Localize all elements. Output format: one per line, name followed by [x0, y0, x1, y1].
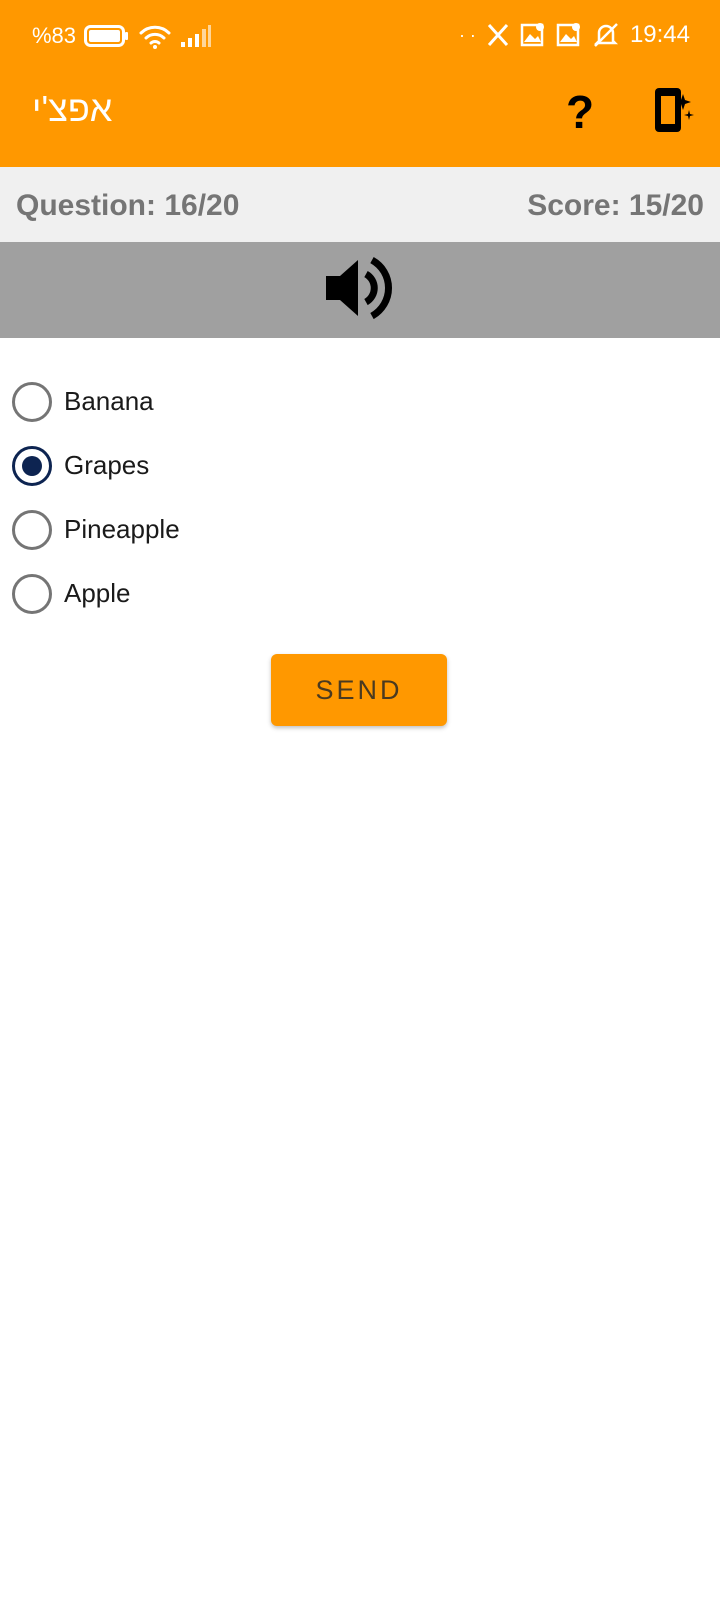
wifi-icon: [138, 23, 172, 49]
app-bar: אפצ'י ?: [0, 70, 720, 167]
phone-sparkle-icon: [653, 86, 695, 139]
radio-button-selected[interactable]: [12, 446, 52, 486]
option-label: Banana: [64, 386, 154, 416]
clock-time: 19:44: [629, 21, 690, 48]
radio-button[interactable]: [12, 510, 52, 550]
status-left: %83: [32, 22, 212, 50]
status-right: · · 19:44: [459, 20, 690, 50]
gallery-notification-icon: [520, 22, 546, 48]
option-grapes[interactable]: Grapes: [0, 434, 720, 498]
signal-icon: [180, 24, 212, 48]
device-sparkle-button[interactable]: [650, 84, 698, 140]
notification-dots: · ·: [458, 24, 476, 45]
status-bar: %83 · · 19:44: [0, 0, 720, 70]
score-counter: Score: 15/20: [527, 189, 704, 222]
battery-icon: [84, 25, 130, 47]
option-label: Pineapple: [64, 514, 180, 544]
option-apple[interactable]: Apple: [0, 562, 720, 626]
muted-bell-icon: [592, 22, 620, 48]
x-app-icon: [486, 23, 510, 47]
option-pineapple[interactable]: Pineapple: [0, 498, 720, 562]
answer-options: Banana Grapes Pineapple Apple: [0, 370, 720, 626]
battery-percent: %83: [32, 23, 77, 48]
send-button[interactable]: SEND: [271, 654, 447, 726]
option-label: Apple: [64, 578, 131, 608]
radio-button[interactable]: [12, 574, 52, 614]
option-banana[interactable]: Banana: [0, 370, 720, 434]
help-icon: ?: [565, 86, 595, 138]
app-title: אפצ'י: [32, 88, 113, 129]
speaker-volume-icon: [322, 252, 398, 329]
radio-button[interactable]: [12, 382, 52, 422]
info-bar: Question: 16/20 Score: 15/20: [0, 167, 720, 242]
help-button[interactable]: ?: [556, 84, 604, 140]
gallery-notification-icon-2: [556, 22, 582, 48]
option-label: Grapes: [64, 450, 150, 480]
question-counter: Question: 16/20: [16, 189, 240, 222]
play-audio-button[interactable]: [318, 250, 402, 330]
audio-bar: [0, 242, 720, 338]
